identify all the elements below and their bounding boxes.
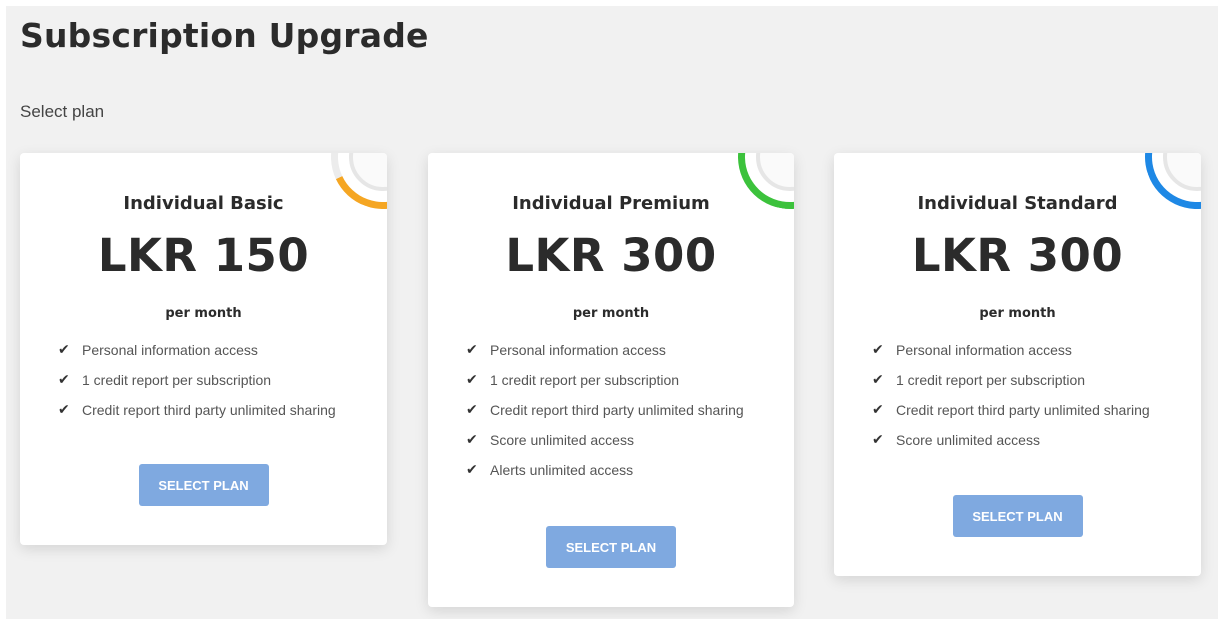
check-icon: ✔: [58, 372, 70, 388]
feature-item: ✔ Score unlimited access: [872, 429, 1171, 451]
feature-item: ✔ Credit report third party unlimited sha…: [466, 399, 764, 421]
feature-text: Credit report third party unlimited shar…: [82, 402, 336, 418]
check-icon: ✔: [872, 342, 884, 358]
check-icon: ✔: [872, 402, 884, 418]
page-container: Subscription Upgrade Select plan Individ…: [6, 6, 1218, 619]
plan-price: LKR 300: [911, 229, 1124, 282]
feature-item: ✔ Credit report third party unlimited sha…: [872, 399, 1171, 421]
plan-price: LKR 300: [505, 229, 717, 282]
feature-text: Personal information access: [82, 342, 258, 358]
plan-name: Individual Standard: [917, 193, 1118, 214]
plan-name: Individual Premium: [512, 193, 710, 214]
plan-period: per month: [979, 306, 1056, 321]
feature-list: ✔ Personal information access ✔ 1 credit r…: [466, 339, 764, 489]
check-icon: ✔: [872, 372, 884, 388]
feature-text: Alerts unlimited access: [490, 462, 634, 478]
plan-card-premium: Individual Premium LKR 300 per month ✔ Pe…: [428, 153, 794, 607]
feature-item: ✔ 1 credit report per subscription: [58, 369, 357, 391]
feature-text: Score unlimited access: [490, 432, 634, 448]
feature-list: ✔ Personal information access ✔ 1 credit r…: [872, 339, 1171, 459]
feature-item: ✔ 1 credit report per subscription: [872, 369, 1171, 391]
feature-list: ✔ Personal information access ✔ 1 credit r…: [58, 339, 357, 429]
feature-item: ✔ Score unlimited access: [466, 429, 764, 451]
check-icon: ✔: [58, 402, 70, 418]
feature-item: ✔ Personal information access: [58, 339, 357, 361]
plan-price: LKR 150: [97, 229, 310, 282]
feature-item: ✔ Personal information access: [466, 339, 764, 361]
feature-text: 1 credit report per subscription: [82, 372, 272, 388]
feature-text: Credit report third party unlimited shar…: [896, 402, 1150, 418]
page-title: Subscription Upgrade: [20, 16, 429, 55]
feature-text: Personal information access: [896, 342, 1072, 358]
check-icon: ✔: [872, 432, 884, 448]
check-icon: ✔: [466, 432, 478, 448]
select-plan-standard-button[interactable]: SELECT PLAN: [952, 495, 1083, 537]
feature-text: 1 credit report per subscription: [490, 372, 680, 388]
feature-item: ✔ Alerts unlimited access: [466, 459, 764, 481]
feature-item: ✔ Credit report third party unlimited sha…: [58, 399, 357, 421]
select-plan-premium-button[interactable]: SELECT PLAN: [546, 526, 676, 568]
feature-text: Personal information access: [490, 342, 666, 358]
feature-text: Score unlimited access: [896, 432, 1040, 448]
select-plan-basic-button[interactable]: SELECT PLAN: [138, 464, 269, 506]
select-plan-label: Select plan: [20, 102, 105, 121]
feature-item: ✔ Personal information access: [872, 339, 1171, 361]
plan-name: Individual Basic: [123, 193, 284, 214]
check-icon: ✔: [466, 462, 478, 478]
plan-card-standard: Individual Standard LKR 300 per month ✔ P…: [834, 153, 1201, 576]
feature-text: Credit report third party unlimited shar…: [490, 402, 744, 418]
check-icon: ✔: [466, 402, 478, 418]
plan-period: per month: [572, 306, 650, 321]
plan-card-basic: Individual Basic LKR 150 per month ✔ Pers…: [20, 153, 387, 545]
check-icon: ✔: [466, 372, 478, 388]
check-icon: ✔: [58, 342, 70, 358]
plan-period: per month: [165, 306, 242, 321]
feature-text: 1 credit report per subscription: [896, 372, 1086, 388]
feature-item: ✔ 1 credit report per subscription: [466, 369, 764, 391]
check-icon: ✔: [466, 342, 478, 358]
